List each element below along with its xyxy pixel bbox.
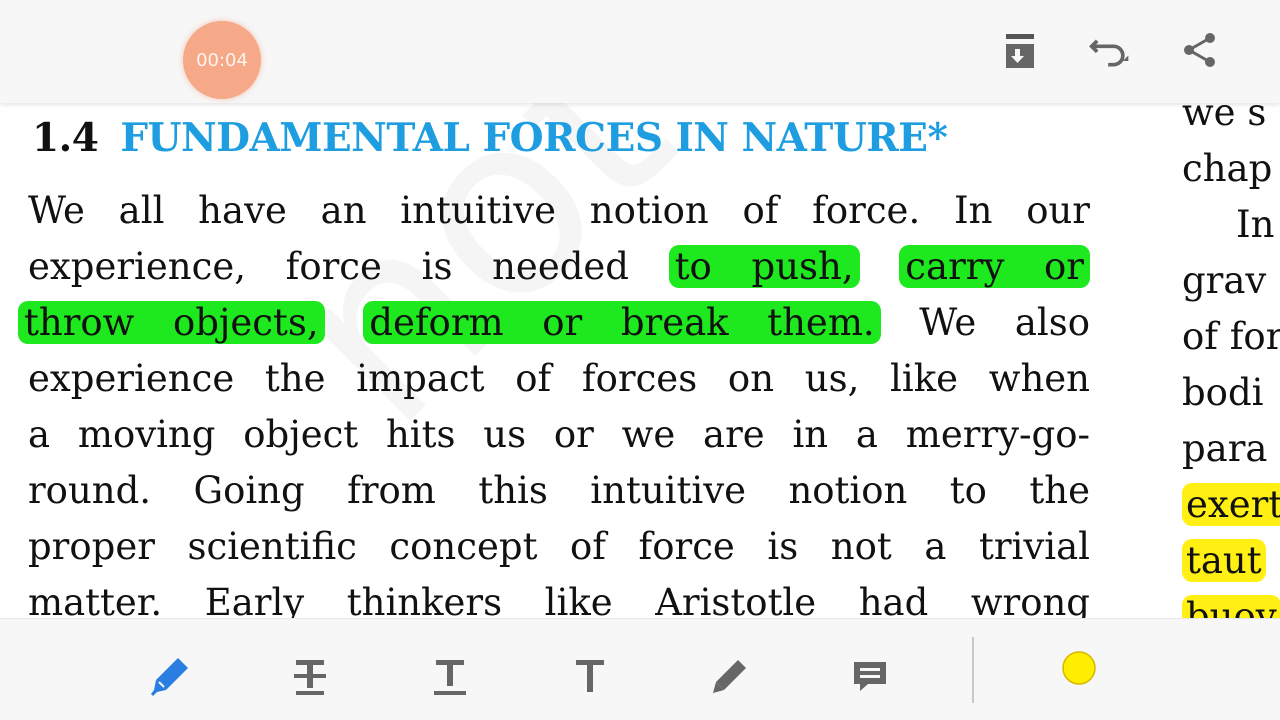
text-line-1: We all have an intuitive notion of force…	[28, 183, 1090, 239]
highlighted-text[interactable]: carry or	[899, 245, 1090, 288]
comment-tool[interactable]	[845, 651, 895, 701]
document-reader-icon[interactable]	[998, 28, 1042, 72]
text-span: experience, force is needed	[28, 245, 669, 288]
highlighter-icon	[151, 658, 188, 696]
text-line-8: matter. Early thinkers like Aristotle ha…	[28, 575, 1090, 618]
recording-timer[interactable]: 00:04	[183, 21, 261, 99]
text-span: a moving object hits us or we are in a m…	[28, 413, 1090, 456]
section-heading: 1.4 FUNDAMENTAL FORCES IN NATURE*	[32, 115, 948, 161]
highlight-pen-tool[interactable]	[145, 651, 195, 701]
right-column-line: para	[1182, 427, 1268, 470]
document-page[interactable]: not to 1.4FUNDAMENTAL FORCES IN NATURE* …	[0, 103, 1280, 618]
text-line-4: experience the impact of forces on us, l…	[28, 351, 1090, 407]
highlighted-text[interactable]: to push,	[668, 245, 860, 288]
share-icon[interactable]	[1178, 28, 1222, 72]
top-toolbar: 00:04	[0, 0, 1280, 103]
yellow-color-swatch-icon	[1062, 651, 1096, 685]
right-column-line: bodi	[1182, 371, 1264, 414]
highlighted-text[interactable]: buoy	[1182, 595, 1280, 618]
text-span	[325, 301, 364, 344]
right-column-line: buoy	[1182, 589, 1280, 618]
text-span: proper scientific concept of force is no…	[28, 525, 1090, 568]
right-column-line: of for	[1182, 315, 1280, 358]
highlighted-text[interactable]: throw objects,	[18, 301, 325, 344]
text-line-7: proper scientific concept of force is no…	[28, 519, 1090, 575]
text-line-5: a moving object hits us or we are in a m…	[28, 407, 1090, 463]
text-icon	[576, 660, 604, 692]
pencil-tool[interactable]	[705, 651, 755, 701]
highlighted-text[interactable]: deform or break them.	[363, 301, 881, 344]
underline-tool[interactable]	[425, 651, 475, 701]
text-line-6: round. Going from this intuitive notion …	[28, 463, 1090, 519]
color-picker-button[interactable]	[1061, 650, 1097, 690]
pencil-icon	[713, 660, 746, 693]
text-span	[860, 245, 900, 288]
text-span: We all have an intuitive notion of force…	[28, 189, 1090, 232]
strikethrough-icon	[294, 660, 326, 695]
highlighted-text[interactable]: taut	[1182, 539, 1266, 582]
toolbar-divider	[972, 637, 974, 703]
text-span: We also	[880, 301, 1091, 344]
text-tool[interactable]	[565, 651, 615, 701]
section-title: FUNDAMENTAL FORCES IN NATURE*	[120, 115, 948, 161]
section-number: 1.4	[32, 115, 99, 161]
right-column-line: exert	[1182, 477, 1280, 533]
text-span: round. Going from this intuitive notion …	[28, 469, 1090, 512]
text-line-3: throw objects, deform or break them. We …	[18, 295, 1090, 351]
text-span: matter. Early thinkers like Aristotle ha…	[28, 581, 1090, 618]
underline-icon	[434, 660, 466, 695]
right-column-line: In	[1236, 203, 1275, 246]
text-span: experience the impact of forces on us, l…	[28, 357, 1090, 400]
highlighted-text[interactable]: exert	[1182, 483, 1280, 526]
text-line-2: experience, force is needed to push, car…	[28, 239, 1090, 295]
strikethrough-tool[interactable]	[285, 651, 335, 701]
right-column-line: taut	[1182, 533, 1280, 589]
right-column-line: chap	[1182, 147, 1273, 190]
right-column-line: we s	[1182, 103, 1267, 134]
right-column-line: grav	[1182, 259, 1267, 302]
timer-text: 00:04	[196, 49, 248, 71]
comment-icon	[854, 662, 886, 691]
undo-icon[interactable]	[1088, 28, 1132, 72]
